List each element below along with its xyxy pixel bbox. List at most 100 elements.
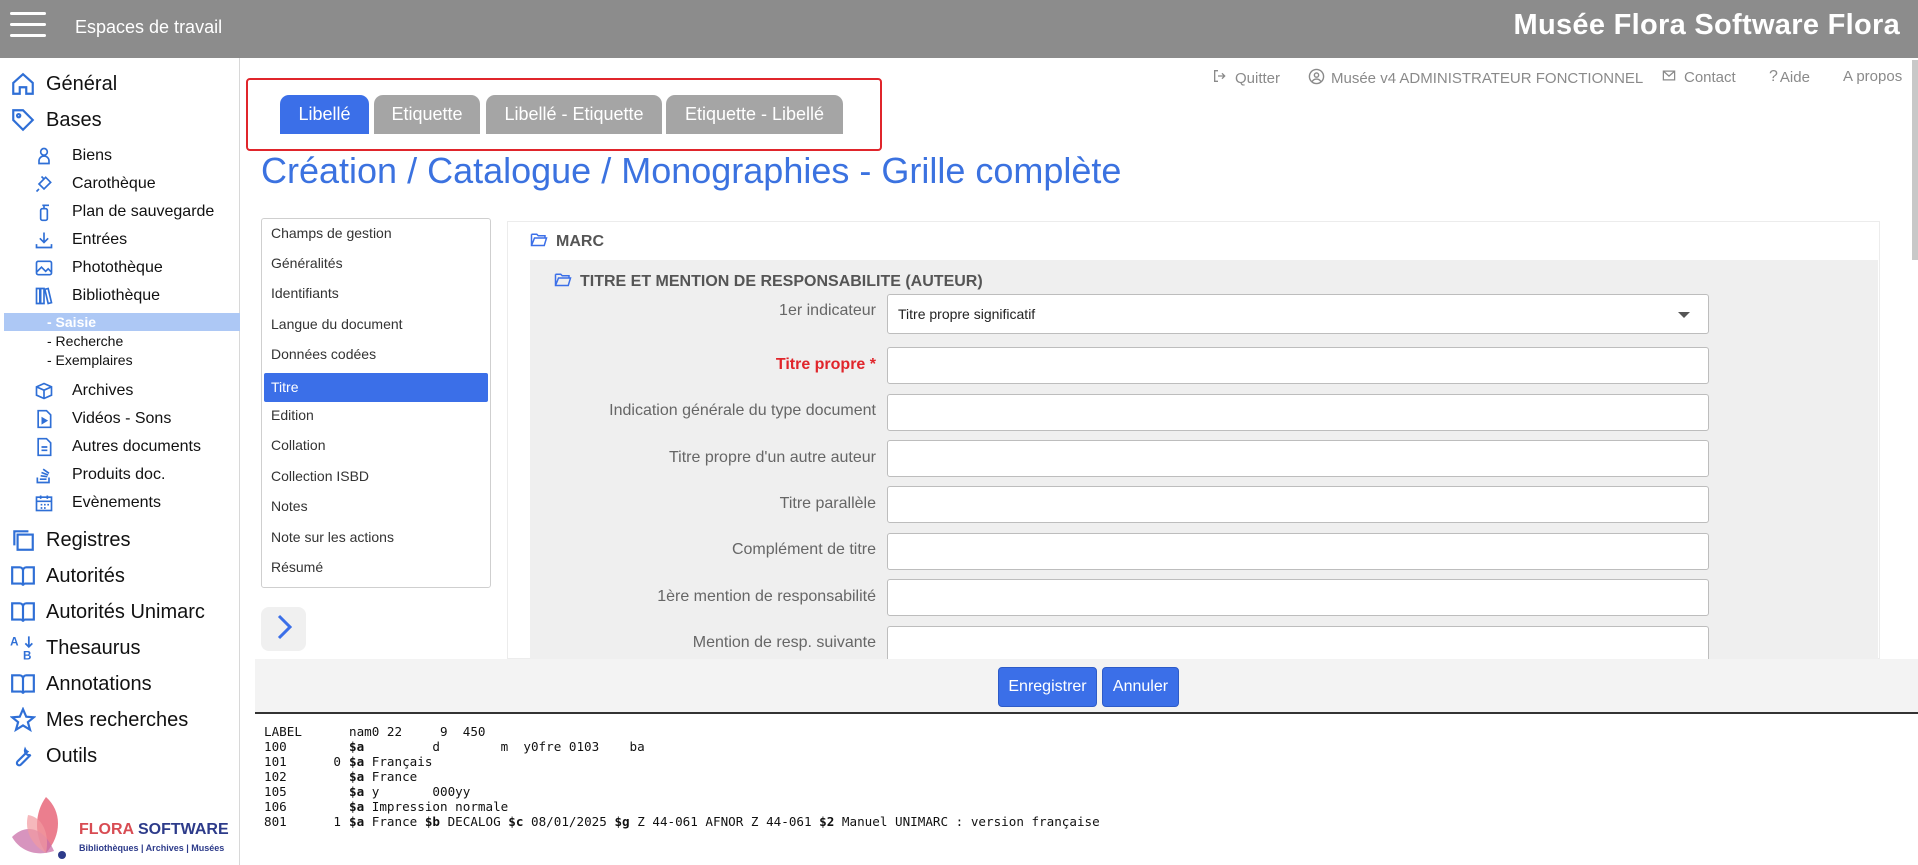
premiere-mention-input[interactable]: [887, 579, 1709, 616]
type-document-input[interactable]: [887, 394, 1709, 431]
contact-link[interactable]: Contact: [1660, 68, 1736, 87]
marc-header: MARC: [530, 232, 604, 252]
marc-line: 101 0 $a Français: [264, 754, 1100, 769]
quit-label: Quitter: [1235, 69, 1281, 87]
sidebar-item-mes-recherches[interactable]: Mes recherches: [0, 705, 240, 735]
sidebar-subitem-plan-sauvegarde[interactable]: Plan de sauvegarde: [0, 199, 240, 225]
section-item[interactable]: Collation: [264, 431, 488, 460]
sidebar-item-label: Autorités: [46, 564, 125, 587]
quit-link[interactable]: Quitter: [1211, 68, 1280, 88]
section-item[interactable]: Données codées: [264, 340, 488, 369]
page-title: Création / Catalogue / Monographies - Gr…: [261, 150, 1122, 191]
marc-line: 102 $a France: [264, 769, 1100, 784]
help-label: Aide: [1779, 68, 1810, 86]
logo-brand-b: SOFTWARE: [137, 821, 229, 838]
sidebar-subitem-label: Autres documents: [72, 438, 201, 455]
sidebar-leaf-saisie[interactable]: - Saisie: [4, 313, 240, 331]
indicator-select[interactable]: Titre propre significatif: [887, 294, 1709, 334]
sidebar: Général Bases Biens Carothèque Plan de s…: [0, 58, 240, 865]
sidebar-item-general[interactable]: Général: [0, 69, 240, 99]
sidebar-item-outils[interactable]: Outils: [0, 741, 240, 771]
section-item[interactable]: Résumé: [264, 553, 488, 582]
tab-etiquette[interactable]: Etiquette: [374, 95, 480, 134]
sidebar-item-label: Général: [46, 72, 118, 95]
section-item[interactable]: Généralités: [264, 249, 488, 278]
titre-parallele-label: Titre parallèle: [779, 495, 876, 512]
sidebar-item-label: Outils: [46, 744, 98, 767]
sidebar-item-bases[interactable]: Bases: [0, 105, 240, 135]
drill-icon: [0, 174, 72, 194]
folder-open-icon: [530, 232, 548, 252]
premiere-mention-label: 1ère mention de responsabilité: [657, 588, 876, 605]
sidebar-item-label: Registres: [46, 528, 131, 551]
sidebar-leaf-recherche[interactable]: - Recherche: [4, 332, 240, 350]
sidebar-subitem-autres-documents[interactable]: Autres documents: [0, 434, 240, 460]
section-item[interactable]: Champs de gestion: [264, 219, 488, 248]
sidebar-subitem-label: Plan de sauvegarde: [72, 203, 215, 220]
about-link[interactable]: A propos: [1843, 68, 1902, 85]
sidebar-leaf-exemplaires[interactable]: - Exemplaires: [4, 351, 240, 369]
next-section-button[interactable]: [261, 607, 306, 651]
tab-etiquette-libelle[interactable]: Etiquette - Libellé: [666, 95, 843, 134]
sidebar-subitem-evenements[interactable]: Evènements: [0, 490, 240, 516]
section-item[interactable]: Notes: [264, 492, 488, 521]
marc-content: $a d m y0fre 0103 ba: [349, 739, 645, 754]
sidebar-subitem-label: Carothèque: [72, 175, 156, 192]
marc-content: nam0 22 9 450: [349, 724, 486, 739]
sidebar-subitem-phototheque[interactable]: Photothèque: [0, 255, 240, 281]
sidebar-subitem-biens[interactable]: Biens: [0, 143, 240, 169]
sidebar-item-label: Mes recherches: [46, 708, 189, 731]
sidebar-item-thesaurus[interactable]: AB Thesaurus: [0, 633, 240, 663]
marc-tag: 106: [264, 799, 287, 814]
sidebar-subitem-bibliotheque[interactable]: Bibliothèque: [0, 283, 240, 309]
section-item[interactable]: Collection ISBD: [264, 462, 488, 491]
titre-propre-input[interactable]: [887, 347, 1709, 384]
titre-parallele-input[interactable]: [887, 486, 1709, 523]
menu-icon[interactable]: [10, 12, 46, 40]
tab-libelle-etiquette[interactable]: Libellé - Etiquette: [486, 95, 662, 134]
marc-indicator: 1: [333, 814, 341, 829]
section-item[interactable]: Edition: [264, 401, 488, 430]
section-item[interactable]: Note sur les actions: [264, 523, 488, 552]
titre-autre-auteur-input[interactable]: [887, 440, 1709, 477]
sidebar-item-annotations[interactable]: Annotations: [0, 669, 240, 699]
sidebar-subitem-carotheque[interactable]: Carothèque: [0, 171, 240, 197]
book-icon: [0, 599, 46, 625]
sidebar-item-autorites-unimarc[interactable]: Autorités Unimarc: [0, 597, 240, 627]
section-item[interactable]: Langue du document: [264, 310, 488, 339]
complement-titre-input[interactable]: [887, 533, 1709, 570]
save-button[interactable]: Enregistrer: [998, 667, 1097, 707]
sidebar-item-label: Annotations: [46, 672, 152, 695]
sidebar-item-autorites[interactable]: Autorités: [0, 561, 240, 591]
sidebar-subitem-archives[interactable]: Archives: [0, 378, 240, 404]
cancel-button[interactable]: Annuler: [1102, 667, 1179, 707]
sidebar-subitem-entrees[interactable]: Entrées: [0, 227, 240, 253]
download-icon: [0, 230, 72, 250]
sidebar-subitem-videos-sons[interactable]: Vidéos - Sons: [0, 406, 240, 432]
sidebar-subitem-produits-doc[interactable]: Produits doc.: [0, 462, 240, 488]
help-link[interactable]: ? Aide: [1769, 68, 1810, 86]
marc-line: 801 1 $a France $b DECALOG $c 08/01/2025 $…: [264, 814, 1100, 829]
box-icon: [0, 381, 72, 401]
user-link[interactable]: Musée v4 ADMINISTRATEUR FONCTIONNEL: [1308, 68, 1643, 89]
marc-tag: 101: [264, 754, 287, 769]
marc-content: $a France: [349, 769, 418, 784]
complement-titre-label: Complément de titre: [731, 541, 876, 558]
tab-libelle[interactable]: Libellé: [280, 95, 369, 134]
section-item[interactable]: Identifiants: [264, 279, 488, 308]
logo-brand-text: FLORA SOFTWARE: [79, 821, 229, 839]
book-icon: [0, 563, 46, 589]
sidebar-subitem-label: Vidéos - Sons: [72, 410, 172, 427]
stack-overflow-icon: [0, 465, 72, 485]
section-header: TITRE ET MENTION DE RESPONSABILITE (AUTE…: [554, 272, 983, 292]
page-scrollbar[interactable]: [1912, 60, 1918, 260]
marc-line: 105 $a y 000yy: [264, 784, 1100, 799]
sidebar-item-registres[interactable]: Registres: [0, 525, 240, 555]
mention-suivante-input[interactable]: [887, 626, 1709, 659]
workspaces-link[interactable]: Espaces de travail: [75, 17, 222, 38]
video-file-icon: [0, 409, 72, 429]
sign-out-icon: [1211, 68, 1229, 88]
svg-text:A: A: [10, 636, 19, 649]
mention-suivante-label: Mention de resp. suivante: [692, 634, 876, 651]
section-item-active[interactable]: Titre: [264, 373, 488, 402]
